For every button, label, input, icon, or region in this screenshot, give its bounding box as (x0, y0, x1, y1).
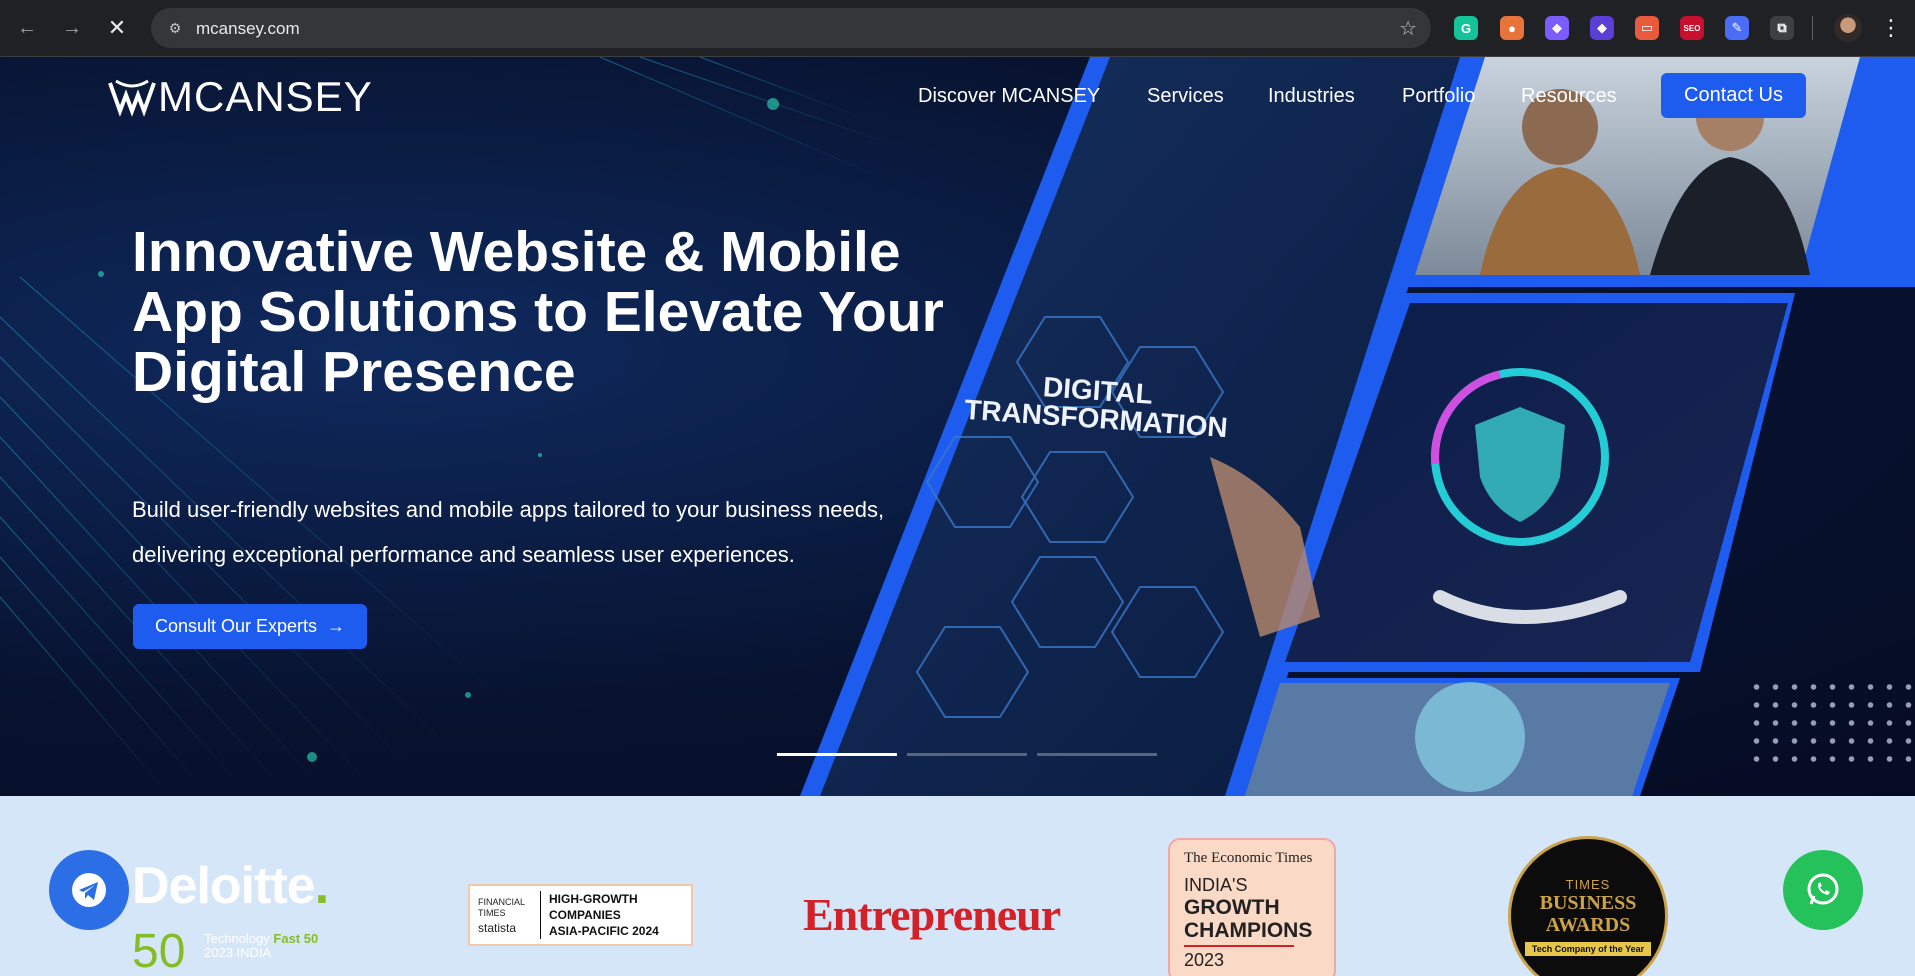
et-mid: INDIA'S (1184, 875, 1248, 895)
deloitte-fast: Fast 50 (273, 931, 319, 946)
et-big1: GROWTH (1184, 896, 1280, 919)
toolbar-divider (1812, 16, 1813, 40)
ft-line1: HIGH-GROWTH (549, 892, 638, 906)
nav-industries[interactable]: Industries (1268, 85, 1355, 108)
deloitte-year: 2023 (204, 945, 233, 960)
nav-portfolio[interactable]: Portfolio (1402, 85, 1475, 108)
extension-drop-icon[interactable]: ◆ (1545, 16, 1569, 40)
et-year: 2023 (1184, 950, 1225, 970)
slider-dot-1[interactable] (777, 753, 897, 756)
times-business-awards-badge: TIMES BUSINESS AWARDS Tech Company of th… (1508, 836, 1668, 976)
slider-dot-3[interactable] (1037, 753, 1157, 756)
telegram-icon (72, 873, 106, 907)
consult-experts-button[interactable]: Consult Our Experts → (133, 604, 367, 649)
contact-us-button[interactable]: Contact Us (1661, 73, 1806, 118)
extension-layers-icon[interactable]: ◆ (1590, 16, 1614, 40)
telegram-chat-button[interactable] (49, 850, 129, 930)
address-bar[interactable]: ⚙ mcansey.com ☆ (151, 8, 1431, 48)
extensions-puzzle-icon[interactable]: ⧉ (1770, 16, 1794, 40)
deloitte-word: Deloitte (132, 857, 316, 915)
slider-dot-2[interactable] (907, 753, 1027, 756)
deloitte-fast50-logo: Deloitte. 50 Technology Fast 50 2023 IND… (132, 856, 329, 976)
slider-pagination (777, 753, 1157, 756)
extension-orange-icon[interactable]: ● (1500, 16, 1524, 40)
grammarly-icon[interactable]: G (1454, 16, 1478, 40)
deloitte-country: INDIA (236, 945, 272, 960)
nav-discover-mcansey[interactable]: Discover MCANSEY (918, 85, 1100, 108)
deloitte-50: 50 (132, 925, 186, 976)
ft-statista: statista (478, 920, 517, 935)
whatsapp-chat-button[interactable] (1783, 850, 1863, 930)
tba-line2: AWARDS (1545, 914, 1631, 936)
nav-resources[interactable]: Resources (1521, 85, 1617, 108)
entrepreneur-logo: Entrepreneur (803, 889, 1061, 940)
browser-menu-icon[interactable]: ⋮ (1880, 14, 1902, 42)
hero-section: DIGITAL TRANSFORMATION MCANSEY Discover … (0, 57, 1915, 796)
extension-card-icon[interactable]: ▭ (1635, 16, 1659, 40)
color-picker-icon[interactable]: ✎ (1725, 16, 1749, 40)
site-logo[interactable]: MCANSEY (108, 73, 373, 120)
hero-subtext: Build user-friendly websites and mobile … (132, 497, 885, 567)
back-arrow-icon[interactable]: ← (11, 12, 43, 44)
ft-high-growth-badge: FINANCIAL TIMES statista HIGH-GROWTH COM… (468, 884, 693, 946)
hero-background-graphics (0, 57, 1915, 796)
site-settings-icon[interactable]: ⚙ (165, 18, 185, 38)
ft-line3: ASIA-PACIFIC 2024 (549, 924, 659, 938)
browser-toolbar: ← → ✕ ⚙ mcansey.com ☆ G ● ◆ ◆ ▭ SEO ✎ ⧉ ⋮ (0, 0, 1915, 57)
nav-services[interactable]: Services (1147, 85, 1224, 108)
cta-label: Consult Our Experts (154, 616, 318, 636)
deloitte-subtitle: Technology Fast 50 2023 INDIA (204, 932, 344, 960)
hero-headline: Innovative Website & Mobile App Solution… (132, 220, 944, 404)
decorative-dot-grid (1747, 678, 1915, 773)
et-growth-champions-badge: The Economic Times INDIA'S GROWTH CHAMPI… (1168, 838, 1336, 976)
whatsapp-icon (1807, 873, 1839, 905)
forward-arrow-icon[interactable]: → (56, 12, 88, 44)
ft-left-line1: FINANCIAL (478, 896, 526, 907)
deloitte-tech: Technology (204, 931, 270, 946)
seo-extension-icon[interactable]: SEO (1680, 16, 1704, 40)
bookmark-star-icon[interactable]: ☆ (1399, 16, 1417, 41)
tba-ribbon: Tech Company of the Year (1525, 942, 1651, 956)
et-big2: CHAMPIONS (1184, 919, 1313, 942)
logo-text: MCANSEY (158, 73, 373, 120)
profile-avatar[interactable] (1834, 14, 1862, 42)
mcansey-logo-icon (108, 79, 156, 117)
arrow-right-icon: → (327, 616, 346, 636)
ft-line2: COMPANIES (549, 908, 621, 922)
stop-loading-icon[interactable]: ✕ (101, 12, 133, 44)
url-text[interactable]: mcansey.com (196, 19, 300, 39)
et-top: The Economic Times (1184, 850, 1313, 866)
ft-left-line2: TIMES (478, 907, 506, 918)
tba-times: TIMES (1565, 877, 1611, 892)
tba-line1: BUSINESS (1539, 892, 1637, 914)
awards-strip: Deloitte. 50 Technology Fast 50 2023 IND… (0, 796, 1915, 976)
